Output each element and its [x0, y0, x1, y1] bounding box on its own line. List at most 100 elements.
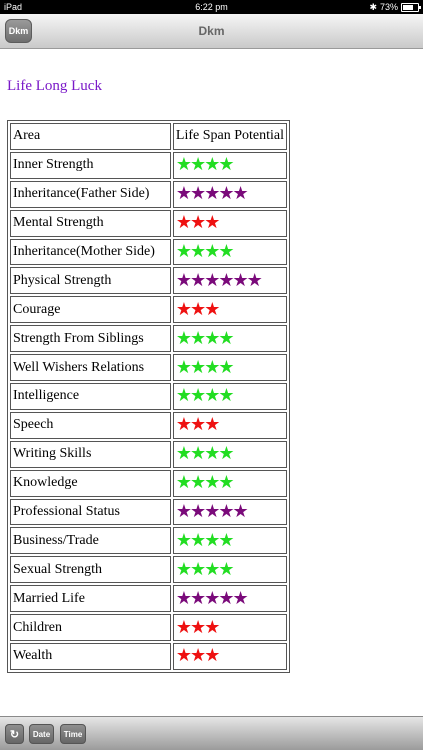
star-rating: ★★★★★ [172, 498, 287, 526]
refresh-icon: ↻ [9, 728, 20, 741]
star-icon: ★ [190, 443, 206, 464]
table-row: Sexual Strength ★★★★ [10, 556, 287, 584]
back-button[interactable]: Dkm [5, 19, 32, 43]
star-icon: ★ [204, 154, 220, 175]
table-row: Courage ★★★ [10, 296, 287, 324]
table-row: Strength From Siblings ★★★★ [10, 325, 287, 353]
star-icon: ★ [175, 501, 192, 522]
star-icon: ★ [204, 212, 220, 233]
star-icon: ★ [175, 616, 192, 637]
table-row: Well Wishers Relations ★★★★ [10, 354, 287, 382]
status-time: 6:22 pm [195, 2, 228, 12]
star-rating: ★★★★★ [172, 180, 287, 208]
star-icon: ★ [218, 154, 234, 175]
star-icon: ★ [218, 356, 234, 377]
table-row: Inheritance(Mother Side) ★★★★ [10, 238, 287, 266]
star-icon: ★ [218, 327, 234, 348]
refresh-button[interactable]: ↻ [5, 724, 24, 744]
star-icon: ★ [175, 529, 192, 550]
bluetooth-icon: ✱ [369, 2, 377, 12]
star-icon: ★ [175, 241, 192, 261]
area-name: Speech [10, 411, 171, 439]
area-name: Inheritance(Mother Side) [10, 238, 171, 266]
date-button[interactable]: Date [29, 724, 54, 744]
star-icon: ★ [246, 269, 263, 290]
star-icon: ★ [175, 558, 192, 579]
star-icon: ★ [204, 587, 220, 608]
star-rating: ★★★ [172, 411, 287, 439]
section-title: Life Long Luck [7, 78, 102, 94]
table-row: Children ★★★ [10, 614, 287, 642]
star-icon: ★ [190, 356, 206, 377]
star-icon: ★ [175, 472, 192, 493]
star-icon: ★ [204, 645, 220, 666]
star-icon: ★ [190, 212, 206, 233]
star-icon: ★ [175, 356, 192, 377]
luck-table: Area Life Span Potential Inner Strength ★… [7, 120, 290, 673]
area-name: Sexual Strength [10, 556, 171, 584]
star-icon: ★ [218, 558, 234, 579]
table-row: Physical Strength ★★★★★★ [10, 267, 287, 295]
star-icon: ★ [218, 472, 234, 493]
status-bar: iPad 6:22 pm ✱ 73% [0, 0, 423, 14]
star-icon: ★ [218, 241, 234, 261]
star-icon: ★ [175, 212, 192, 233]
star-icon: ★ [218, 443, 234, 464]
star-rating: ★★★★★ [172, 585, 287, 613]
table-row: Inner Strength ★★★★ [10, 151, 287, 179]
star-icon: ★ [232, 183, 248, 204]
star-icon: ★ [204, 616, 220, 637]
battery-status: ✱ 73% [369, 0, 421, 14]
star-rating: ★★★★ [172, 238, 287, 266]
star-icon: ★ [190, 616, 206, 637]
star-icon: ★ [175, 414, 192, 435]
area-name: Inheritance(Father Side) [10, 180, 171, 208]
star-icon: ★ [190, 645, 206, 666]
battery-icon [401, 2, 421, 12]
area-name: Married Life [10, 585, 171, 613]
bottom-toolbar: ↻ Date Time [0, 716, 423, 750]
area-name: Professional Status [10, 498, 171, 526]
star-icon: ★ [190, 385, 206, 406]
star-icon: ★ [175, 645, 192, 666]
star-icon: ★ [175, 443, 192, 464]
header-life-span: Life Span Potential [172, 123, 287, 150]
star-rating: ★★★★★★ [172, 267, 287, 295]
star-icon: ★ [218, 587, 234, 608]
star-rating: ★★★★ [172, 325, 287, 353]
star-rating: ★★★ [172, 643, 287, 670]
area-name: Intelligence [10, 383, 171, 410]
star-icon: ★ [190, 183, 206, 204]
area-name: Physical Strength [10, 267, 171, 295]
page-title: Dkm [198, 24, 225, 38]
star-icon: ★ [218, 269, 234, 290]
star-rating: ★★★★ [172, 151, 287, 179]
star-icon: ★ [175, 327, 192, 348]
time-button[interactable]: Time [60, 724, 86, 744]
area-name: Writing Skills [10, 440, 171, 468]
star-icon: ★ [190, 414, 206, 435]
star-icon: ★ [175, 183, 192, 204]
table-row: Writing Skills ★★★★ [10, 440, 287, 468]
header-area: Area [10, 123, 171, 150]
star-icon: ★ [204, 558, 220, 579]
star-rating: ★★★★ [172, 440, 287, 468]
star-icon: ★ [232, 501, 248, 522]
table-row: Wealth ★★★ [10, 643, 287, 670]
star-icon: ★ [204, 269, 220, 290]
star-rating: ★★★ [172, 296, 287, 324]
navigation-bar: Dkm Dkm [0, 14, 423, 49]
table-row: Inheritance(Father Side) ★★★★★ [10, 180, 287, 208]
star-icon: ★ [218, 529, 234, 550]
table-header-row: Area Life Span Potential [10, 123, 287, 150]
star-icon: ★ [204, 298, 220, 319]
star-icon: ★ [204, 385, 220, 406]
star-icon: ★ [190, 587, 206, 608]
star-icon: ★ [204, 356, 220, 377]
star-icon: ★ [190, 241, 206, 261]
area-name: Well Wishers Relations [10, 354, 171, 382]
star-icon: ★ [190, 472, 206, 493]
star-icon: ★ [175, 298, 192, 319]
star-icon: ★ [175, 587, 192, 608]
star-icon: ★ [218, 183, 234, 204]
